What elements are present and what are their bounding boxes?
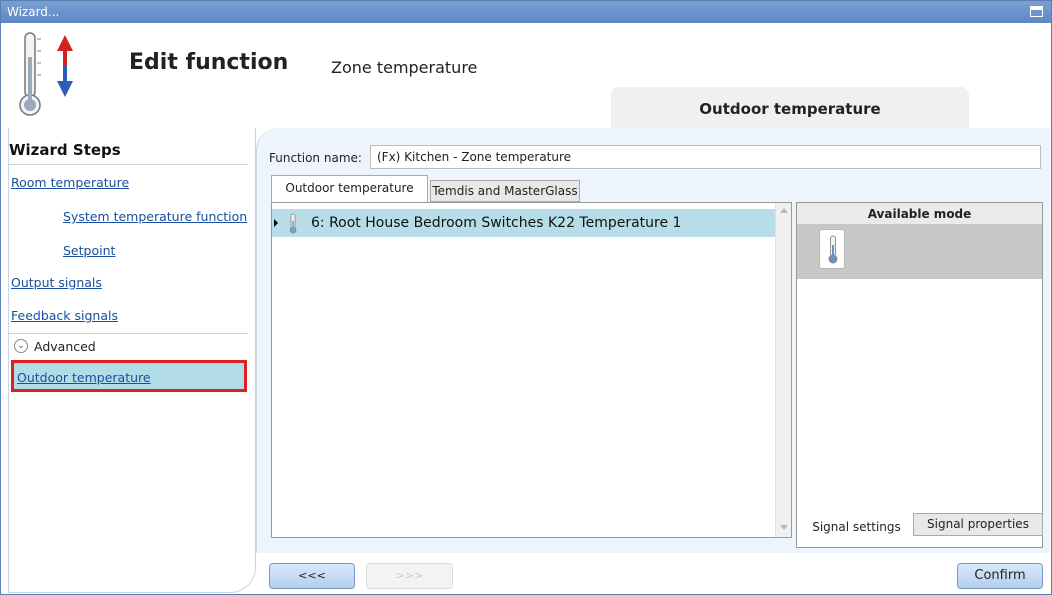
scroll-down-icon[interactable] bbox=[780, 525, 788, 530]
chevron-down-icon: ⌄ bbox=[14, 339, 28, 353]
available-mode-header: Available mode bbox=[797, 203, 1042, 225]
header: Edit function Zone temperature Outdoor t… bbox=[1, 23, 1051, 129]
step-output-signals[interactable]: Output signals bbox=[11, 275, 102, 290]
step-feedback-signals[interactable]: Feedback signals bbox=[11, 308, 118, 323]
advanced-label: Advanced bbox=[34, 339, 96, 354]
step-setpoint[interactable]: Setpoint bbox=[63, 243, 115, 258]
available-mode-row bbox=[797, 225, 1042, 279]
current-step-tab: Outdoor temperature bbox=[611, 87, 969, 129]
maximize-button[interactable] bbox=[1030, 6, 1043, 17]
thermometer-icon bbox=[289, 213, 297, 234]
tab-temdis-masterglass[interactable]: Temdis and MasterGlass bbox=[430, 180, 580, 202]
temperature-mode-button[interactable] bbox=[819, 229, 845, 269]
wizard-steps-title: Wizard Steps bbox=[9, 141, 121, 159]
scroll-up-icon[interactable] bbox=[780, 208, 788, 213]
confirm-button[interactable]: Confirm bbox=[957, 563, 1043, 589]
step-outdoor-temperature[interactable]: Outdoor temperature bbox=[17, 370, 151, 385]
list-item[interactable]: 6: Root House Bedroom Switches K22 Tempe… bbox=[272, 209, 775, 237]
next-button[interactable]: >>> bbox=[366, 563, 453, 589]
available-mode-panel: Available mode bbox=[796, 202, 1043, 548]
tab-signal-properties[interactable]: Signal properties bbox=[913, 513, 1043, 536]
tab-outdoor-temperature[interactable]: Outdoor temperature bbox=[271, 175, 428, 202]
divider bbox=[8, 164, 248, 165]
signal-list: 6: Root House Bedroom Switches K22 Tempe… bbox=[271, 202, 792, 538]
signal-label: 6: Root House Bedroom Switches K22 Tempe… bbox=[311, 215, 682, 231]
thermometer-icon bbox=[828, 235, 838, 264]
advanced-toggle[interactable]: ⌄ Advanced bbox=[8, 333, 248, 358]
title-bar: Wizard... bbox=[1, 1, 1051, 23]
function-name-label: Function name: bbox=[269, 151, 362, 165]
step-room-temperature[interactable]: Room temperature bbox=[11, 175, 129, 190]
thermometer-arrows-icon bbox=[19, 32, 73, 116]
tab-signal-settings[interactable]: Signal settings bbox=[804, 515, 909, 539]
vertical-scrollbar[interactable] bbox=[775, 203, 791, 537]
step-system-temperature-function[interactable]: System temperature function bbox=[63, 209, 247, 224]
step-outdoor-temperature-selected[interactable]: Outdoor temperature bbox=[11, 360, 247, 392]
page-title: Edit function bbox=[129, 50, 289, 75]
function-type-label: Zone temperature bbox=[331, 58, 478, 77]
window-title: Wizard... bbox=[7, 5, 60, 19]
row-pointer-icon bbox=[274, 219, 278, 227]
function-name-field[interactable]: (Fx) Kitchen - Zone temperature bbox=[370, 145, 1041, 169]
back-button[interactable]: <<< bbox=[269, 563, 355, 589]
